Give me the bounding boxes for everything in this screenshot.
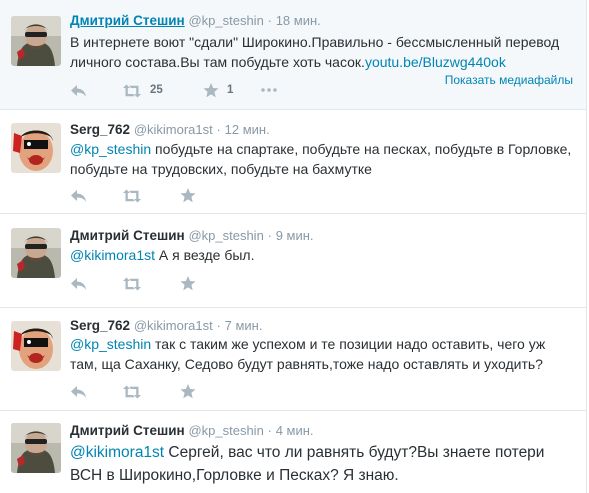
tweet[interactable]: Serg_762 @kikimora1st · 12 мин. @kp_stes… <box>0 110 587 214</box>
tweet-header: Дмитрий Стешин @kp_steshin · 9 мин. <box>70 228 314 243</box>
separator: · <box>216 318 221 333</box>
retweet-icon <box>123 385 141 398</box>
reply-icon <box>71 277 86 290</box>
avatar[interactable] <box>11 228 61 278</box>
author-username[interactable]: @kikimora1st <box>134 318 213 333</box>
mention[interactable]: @kikimora1st <box>70 247 155 263</box>
tweet-header: Serg_762 @kikimora1st · 12 мин. <box>70 122 270 137</box>
tweet-text: В интернете воют "сдали" Широкино.Правил… <box>70 32 575 72</box>
tweet-header: Дмитрий Стешин @kp_steshin · 18 мин. <box>70 13 321 28</box>
retweet-count: 25 <box>150 84 163 96</box>
star-icon <box>203 83 219 98</box>
tweet-text: @kp_steshin побудьте на спартаке, побудь… <box>70 139 575 179</box>
retweet-button[interactable] <box>122 274 142 292</box>
author-name[interactable]: Дмитрий Стешин <box>70 13 185 28</box>
separator: · <box>267 228 272 243</box>
favorite-button[interactable]: 1 <box>203 81 233 99</box>
reply-button[interactable] <box>70 186 87 204</box>
mention[interactable]: @kp_steshin <box>70 336 151 352</box>
author-name[interactable]: Дмитрий Стешин <box>70 423 185 438</box>
star-icon <box>180 276 196 291</box>
show-media-link[interactable]: Показать медиафайлы <box>445 73 573 87</box>
retweet-icon <box>123 84 141 97</box>
star-icon <box>180 188 196 203</box>
separator: · <box>267 13 272 28</box>
timestamp[interactable]: 12 мин. <box>225 122 270 137</box>
reply-button[interactable] <box>70 274 87 292</box>
favorite-button[interactable] <box>180 382 196 400</box>
timestamp[interactable]: 4 мин. <box>276 423 314 438</box>
reply-button[interactable] <box>70 382 87 400</box>
tweet[interactable]: Serg_762 @kikimora1st · 7 мин. @kp_stesh… <box>0 308 587 411</box>
retweet-button[interactable] <box>122 382 142 400</box>
tweet[interactable]: Дмитрий Стешин @kp_steshin · 9 мин. @kik… <box>0 214 587 308</box>
avatar[interactable] <box>11 123 61 173</box>
separator: · <box>267 423 272 438</box>
reply-icon <box>71 189 86 202</box>
retweet-icon <box>123 277 141 290</box>
favorite-count: 1 <box>227 84 234 96</box>
more-button[interactable] <box>260 81 278 99</box>
mention[interactable]: @kp_steshin <box>70 141 151 157</box>
retweet-button[interactable] <box>122 186 142 204</box>
separator: · <box>216 122 221 137</box>
tweet[interactable]: Дмитрий Стешин @kp_steshin · 18 мин. В и… <box>0 0 587 110</box>
tweet-text: @kp_steshin так с таким же успехом и те … <box>70 334 575 374</box>
tweet-body: А я везде был. <box>155 247 255 263</box>
tweet-header: Serg_762 @kikimora1st · 7 мин. <box>70 318 262 333</box>
tweet-header: Дмитрий Стешин @kp_steshin · 4 мин. <box>70 423 314 438</box>
author-username[interactable]: @kp_steshin <box>188 228 263 243</box>
retweet-button[interactable]: 25 <box>122 81 163 99</box>
timestamp[interactable]: 18 мин. <box>276 13 321 28</box>
tweet-text: @kikimora1st А я везде был. <box>70 245 575 265</box>
author-username[interactable]: @kikimora1st <box>134 122 213 137</box>
author-username[interactable]: @kp_steshin <box>188 423 263 438</box>
avatar[interactable] <box>11 16 61 66</box>
favorite-button[interactable] <box>180 186 196 204</box>
avatar[interactable] <box>11 423 61 473</box>
author-name[interactable]: Дмитрий Стешин <box>70 228 185 243</box>
reply-icon <box>71 84 86 97</box>
more-icon <box>261 88 277 92</box>
reply-button[interactable] <box>70 81 87 99</box>
mention[interactable]: @kikimora1st <box>70 444 164 461</box>
reply-icon <box>71 385 86 398</box>
tweet-link[interactable]: youtu.be/Bluzwg440ok <box>365 54 506 70</box>
author-name[interactable]: Serg_762 <box>70 318 130 333</box>
author-name[interactable]: Serg_762 <box>70 122 130 137</box>
avatar[interactable] <box>11 321 61 371</box>
tweet[interactable]: Дмитрий Стешин @kp_steshin · 4 мин. @kik… <box>0 411 587 493</box>
timestamp[interactable]: 9 мин. <box>276 228 314 243</box>
favorite-button[interactable] <box>180 274 196 292</box>
star-icon <box>180 384 196 399</box>
tweet-text: @kikimora1st Сергей, вас что ли равнять … <box>70 441 575 487</box>
author-username[interactable]: @kp_steshin <box>188 13 263 28</box>
retweet-icon <box>123 189 141 202</box>
timestamp[interactable]: 7 мин. <box>225 318 263 333</box>
